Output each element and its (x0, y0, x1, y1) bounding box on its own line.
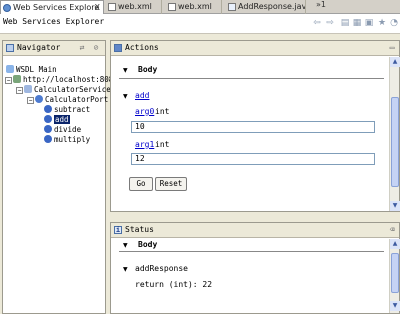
scroll-thumb[interactable] (391, 253, 399, 293)
go-button[interactable]: Go (129, 177, 153, 191)
collapse-icon[interactable]: − (16, 87, 23, 94)
service-icon (24, 85, 32, 93)
expand-triangle-icon[interactable]: ▼ (123, 67, 128, 74)
tree-label: multiply (54, 135, 91, 144)
xml-file-icon (108, 3, 116, 11)
maximize-icon[interactable]: ▭ (387, 43, 397, 53)
java-file-icon (228, 3, 236, 11)
clear-status-icon[interactable]: ⌫ (387, 225, 397, 235)
operation-gear-icon (44, 115, 52, 123)
status-title: Status (125, 225, 154, 234)
arg1-type: int (155, 140, 170, 149)
status-pane: i Status ⌫ ▼ Body ▼ addResponse return (… (110, 222, 400, 314)
explorer-title: Web Services Explorer (3, 17, 105, 26)
uddi-page-icon[interactable]: ▦ (352, 18, 362, 28)
navigator-title: Navigator (17, 43, 61, 52)
tab-label: web.xml (118, 2, 152, 11)
expand-triangle-icon[interactable]: ▼ (123, 93, 128, 100)
port-icon (35, 95, 43, 103)
arg1-link[interactable]: arg1 (135, 140, 154, 149)
expand-triangle-icon[interactable]: ▼ (123, 242, 128, 249)
forward-icon[interactable]: ⇨ (325, 18, 335, 28)
arg1-input[interactable]: 12 (131, 153, 375, 165)
tree-label: http://localhost:808 (23, 75, 114, 84)
xml-file-icon (168, 3, 176, 11)
refresh-icon[interactable]: ⇄ (77, 43, 87, 53)
operation-gear-icon (44, 125, 52, 133)
arg0-input[interactable]: 10 (131, 121, 375, 133)
wsdl-icon (13, 75, 21, 83)
tab-label: AddResponse.java (238, 2, 306, 11)
return-value: return (int): 22 (135, 280, 213, 289)
web-services-explorer-window: Web Services Explore X web.xml web.xml A… (0, 0, 400, 314)
actions-scrollbar[interactable]: ▲ ▼ (389, 57, 400, 211)
actions-title-bar: Actions ▭ (111, 41, 399, 56)
wsdl-page-icon[interactable]: ▤ (340, 18, 350, 28)
navigator-title-bar: Navigator ⇄ ⊘ (3, 41, 105, 56)
scroll-down-icon[interactable]: ▼ (390, 301, 400, 311)
tree-label: divide (54, 125, 82, 134)
tab-web-services-explorer[interactable]: Web Services Explore X (0, 0, 104, 14)
favorites-icon[interactable]: ★ (377, 18, 387, 28)
expand-triangle-icon[interactable]: ▼ (123, 266, 128, 273)
operation-add-link[interactable]: add (135, 91, 149, 100)
tab-web-xml-1[interactable]: web.xml (106, 0, 162, 14)
scroll-up-icon[interactable]: ▲ (390, 239, 400, 249)
info-icon: i (114, 226, 122, 234)
editor-tab-bar: Web Services Explore X web.xml web.xml A… (0, 0, 400, 14)
scroll-thumb[interactable] (391, 97, 399, 187)
explorer-header: Web Services Explorer ⇦ ⇨ ▤ ▦ ▣ ★ ◔ (0, 14, 400, 34)
wsil-page-icon[interactable]: ▣ (364, 18, 374, 28)
back-icon[interactable]: ⇦ (312, 18, 322, 28)
arg0-type: int (155, 107, 170, 116)
tab-addresponse-java[interactable]: AddResponse.java (226, 0, 306, 14)
clear-icon[interactable]: ⊘ (91, 43, 101, 53)
actions-icon (114, 44, 122, 52)
arg0-link[interactable]: arg0 (135, 107, 154, 116)
close-icon[interactable]: X (95, 1, 100, 14)
operation-gear-icon (44, 105, 52, 113)
collapse-icon[interactable]: − (5, 77, 12, 84)
tree-label: WSDL Main (16, 65, 57, 74)
tabs-overflow-indicator[interactable]: »1 (316, 0, 326, 9)
globe-icon (3, 4, 11, 12)
navigator-tree: WSDL Main − http://localhost:808 − Calcula… (3, 57, 113, 313)
tree-label: subtract (54, 105, 91, 114)
actions-pane: Actions ▭ ▼ Body ▼ add arg0 int 10 arg1 … (110, 40, 400, 212)
status-body-label: Body (138, 240, 158, 249)
section-divider (119, 251, 384, 252)
section-divider (119, 78, 384, 79)
actions-title: Actions (125, 43, 159, 52)
body-section-label: Body (138, 65, 158, 74)
tree-label: CalculatorPort (45, 95, 109, 104)
tree-label-selected: add (54, 115, 70, 124)
history-icon[interactable]: ◔ (389, 18, 399, 28)
status-scrollbar[interactable]: ▲ ▼ (389, 239, 400, 313)
wsdl-main-icon (6, 65, 14, 73)
tree-label: CalculatorService (34, 85, 111, 94)
tab-label: web.xml (178, 2, 212, 11)
operation-gear-icon (44, 135, 52, 143)
response-label: addResponse (135, 264, 188, 273)
navigator-icon (6, 44, 14, 52)
scroll-down-icon[interactable]: ▼ (390, 201, 400, 211)
collapse-icon[interactable]: − (27, 97, 34, 104)
tab-web-xml-2[interactable]: web.xml (166, 0, 222, 14)
status-title-bar: i Status ⌫ (111, 223, 399, 238)
tab-label: Web Services Explore (13, 3, 100, 12)
navigator-pane: Navigator ⇄ ⊘ WSDL Main − http://localhos… (2, 40, 113, 314)
scroll-up-icon[interactable]: ▲ (390, 57, 400, 67)
reset-button[interactable]: Reset (155, 177, 187, 191)
tree-node-multiply[interactable]: multiply (44, 134, 90, 145)
